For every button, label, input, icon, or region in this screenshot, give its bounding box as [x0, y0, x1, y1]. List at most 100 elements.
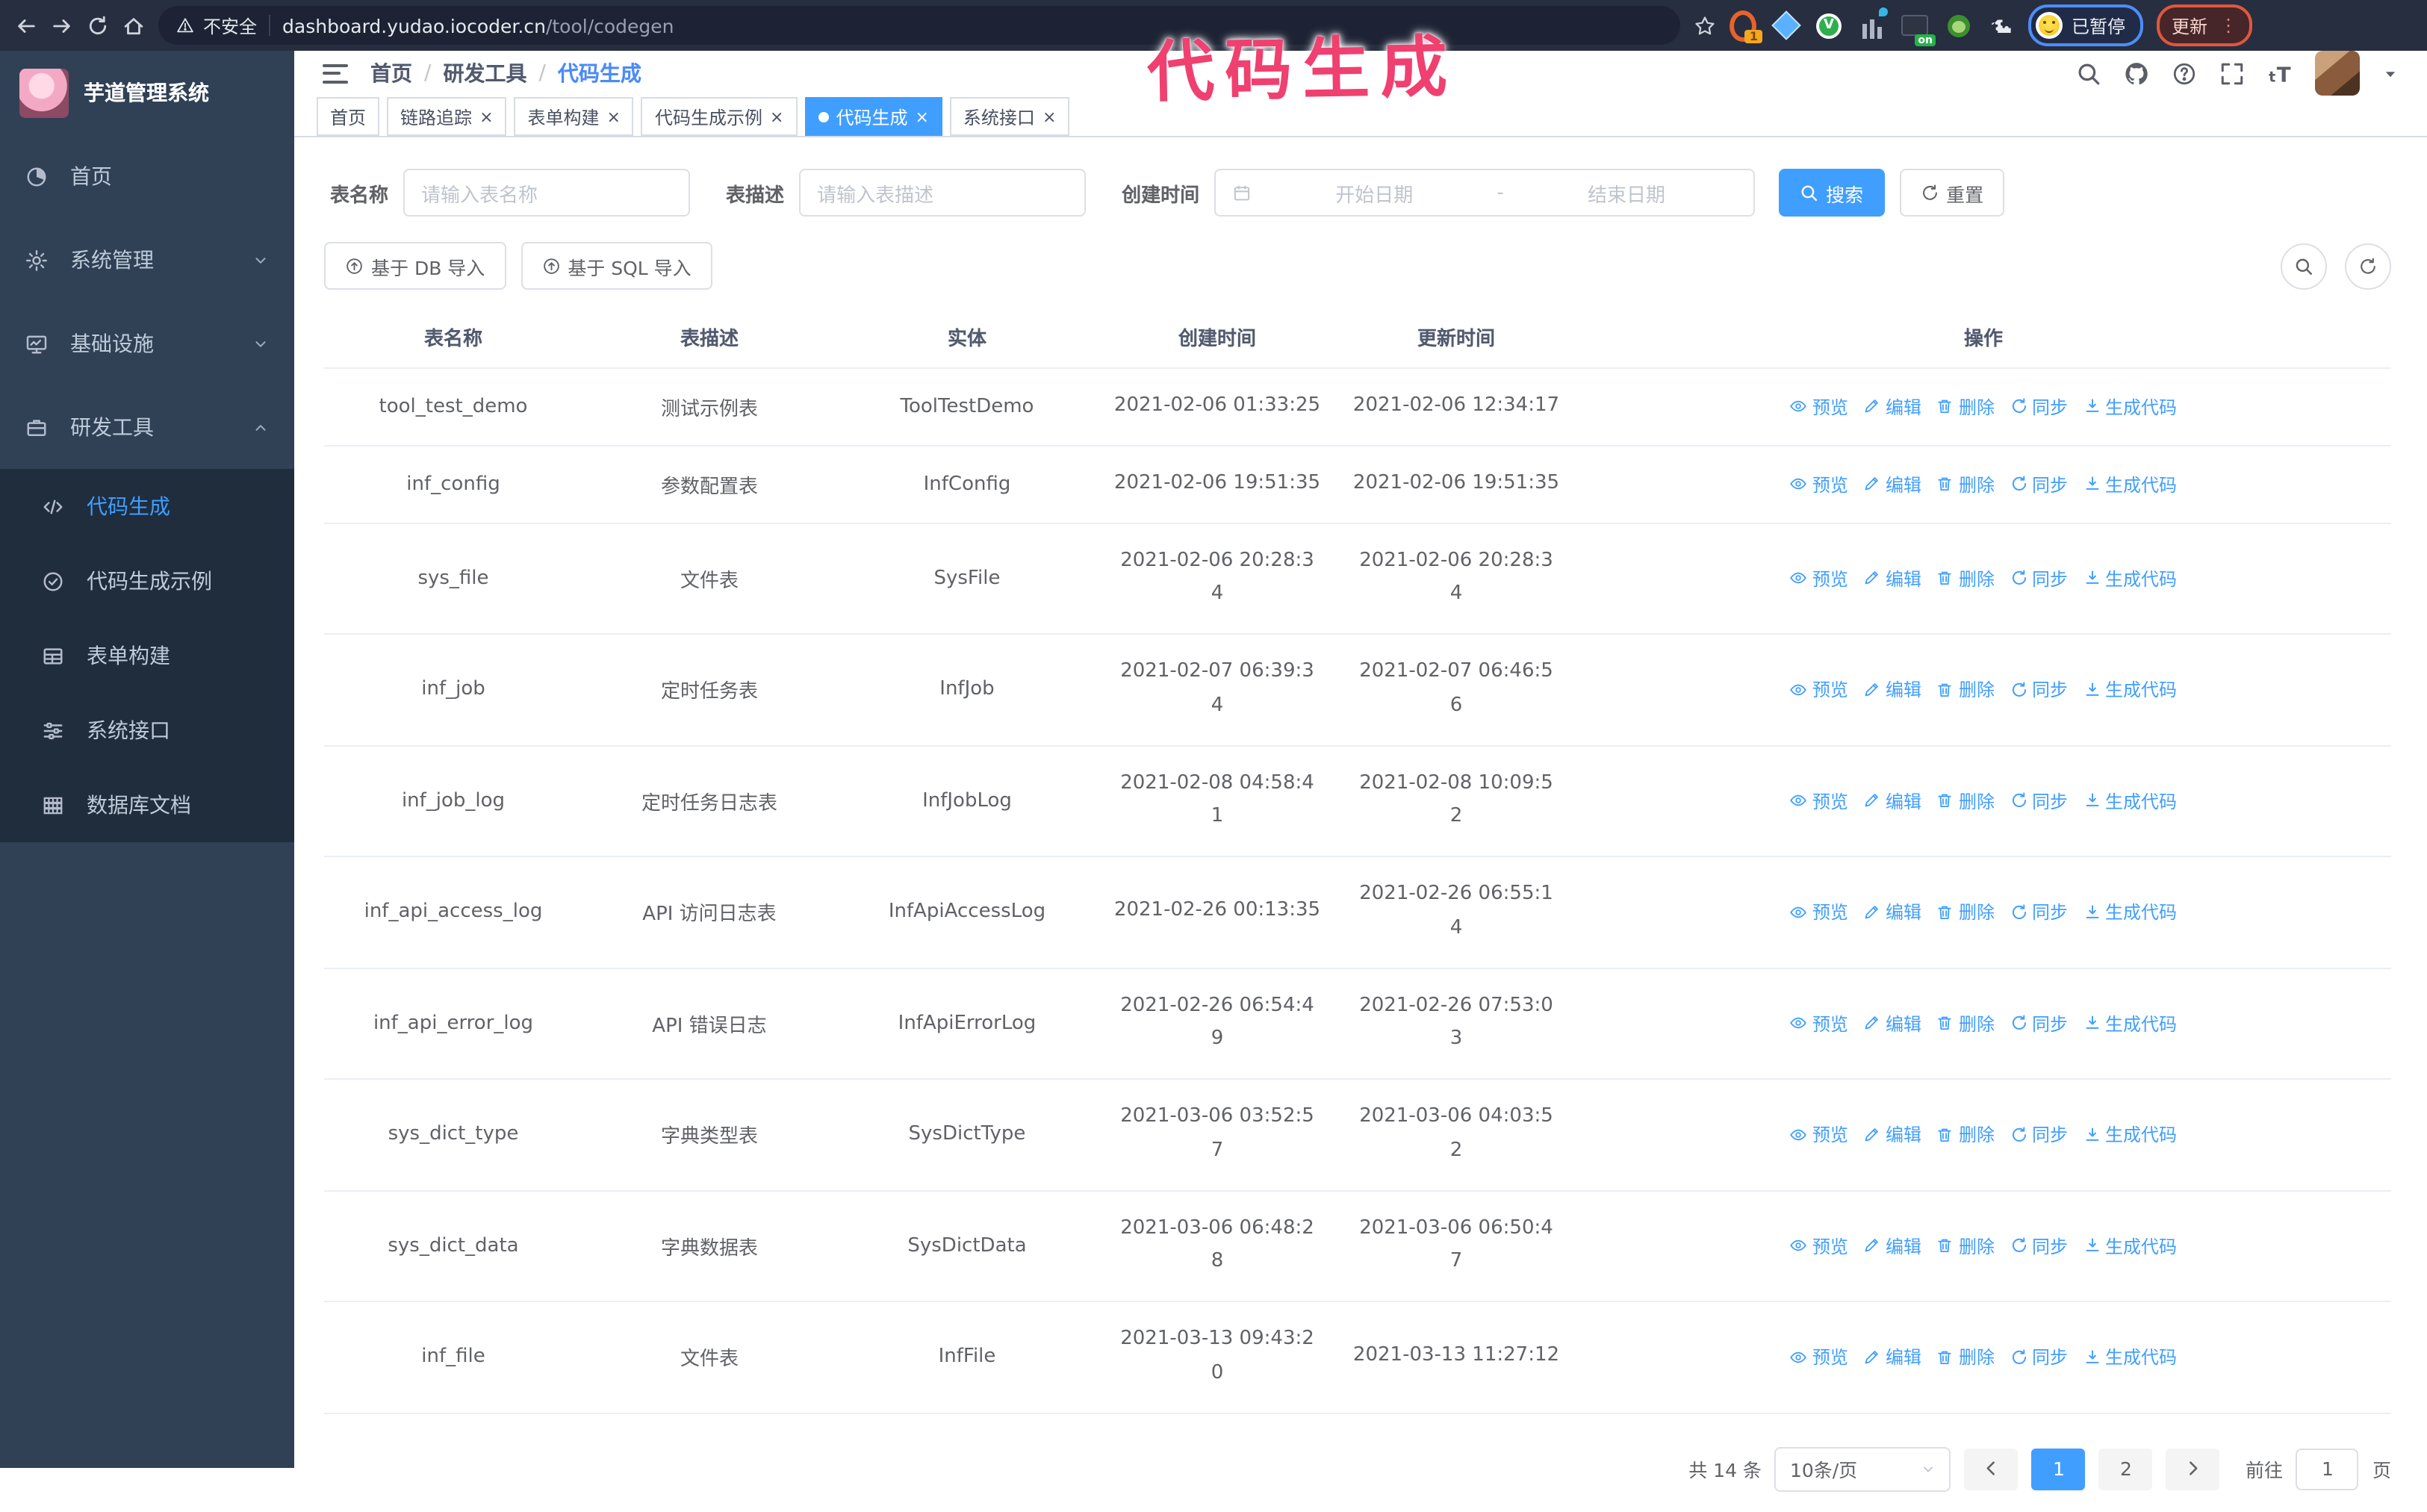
font-size-icon[interactable]: tT [2267, 60, 2293, 86]
tab-close-icon[interactable]: × [607, 108, 621, 125]
action-delete[interactable]: 删除 [1936, 1011, 1995, 1036]
action-generate-code[interactable]: 生成代码 [2083, 1233, 2177, 1259]
action-edit[interactable]: 编辑 [1863, 677, 1921, 703]
action-generate-code[interactable]: 生成代码 [2083, 677, 2177, 703]
action-preview[interactable]: 预览 [1790, 1122, 1848, 1148]
goto-page-input[interactable]: 1 [2296, 1448, 2359, 1490]
action-delete[interactable]: 删除 [1936, 1233, 1995, 1259]
action-delete[interactable]: 删除 [1936, 1345, 1995, 1370]
address-bar[interactable]: 不安全 dashboard.yudao.iocoder.cn/tool/code… [158, 6, 1680, 45]
hamburger-icon[interactable] [323, 63, 348, 83]
action-delete[interactable]: 删除 [1936, 677, 1995, 703]
app-logo-row[interactable]: 芋道管理系统 [0, 51, 294, 134]
help-icon[interactable] [2172, 60, 2197, 86]
action-generate-code[interactable]: 生成代码 [2083, 900, 2177, 925]
action-edit[interactable]: 编辑 [1863, 566, 1921, 591]
start-date-input[interactable]: 开始日期 [1264, 178, 1485, 207]
breadcrumb-item[interactable]: 研发工具 [443, 58, 526, 88]
page-size-select[interactable]: 10条/页 [1774, 1446, 1951, 1491]
next-page-button[interactable] [2166, 1448, 2220, 1490]
table-desc-input[interactable]: 请输入表描述 [799, 169, 1087, 217]
import-db-button[interactable]: 基于 DB 导入 [324, 242, 506, 290]
action-preview[interactable]: 预览 [1790, 566, 1848, 591]
action-sync[interactable]: 同步 [2010, 1345, 2068, 1370]
action-sync[interactable]: 同步 [2010, 900, 2068, 925]
browser-menu-icon[interactable]: ⋮ [2219, 15, 2237, 36]
prev-page-button[interactable] [1964, 1448, 2019, 1490]
sidebar-item[interactable]: 基础设施 [0, 302, 294, 385]
action-delete[interactable]: 删除 [1936, 566, 1995, 591]
action-sync[interactable]: 同步 [2010, 1122, 2068, 1148]
extension-gem-icon[interactable] [1771, 10, 1801, 40]
page-button-2[interactable]: 2 [2098, 1448, 2153, 1490]
search-icon[interactable] [2076, 60, 2101, 86]
action-sync[interactable]: 同步 [2010, 1011, 2068, 1036]
action-generate-code[interactable]: 生成代码 [2083, 394, 2177, 420]
reset-button[interactable]: 重置 [1899, 169, 2005, 217]
extension-orange-icon[interactable]: 1 [1730, 10, 1762, 43]
action-edit[interactable]: 编辑 [1863, 1345, 1921, 1370]
update-browser-pill[interactable]: 更新 ⋮ [2157, 4, 2253, 46]
action-generate-code[interactable]: 生成代码 [2083, 1011, 2177, 1036]
action-generate-code[interactable]: 生成代码 [2083, 1122, 2177, 1148]
browser-home-icon[interactable] [122, 14, 145, 37]
action-delete[interactable]: 删除 [1936, 788, 1995, 814]
action-preview[interactable]: 预览 [1790, 1233, 1848, 1259]
browser-forward-icon[interactable] [51, 14, 73, 37]
paused-extension-pill[interactable]: 已暂停 [2028, 4, 2144, 46]
breadcrumb-item[interactable]: 代码生成 [558, 58, 641, 88]
extension-columns-icon[interactable] [1858, 7, 1888, 39]
action-delete[interactable]: 删除 [1936, 900, 1995, 925]
tab-close-icon[interactable]: × [770, 108, 783, 125]
tab[interactable]: 系统接口 × [949, 97, 1070, 136]
sidebar-item[interactable]: 表单构建 [0, 618, 294, 693]
fullscreen-icon[interactable] [2219, 60, 2245, 86]
sidebar-item[interactable]: 系统管理 [0, 218, 294, 302]
action-generate-code[interactable]: 生成代码 [2083, 1345, 2177, 1370]
action-preview[interactable]: 预览 [1790, 471, 1848, 497]
extensions-puzzle-icon[interactable] [1988, 12, 2015, 39]
action-edit[interactable]: 编辑 [1863, 1122, 1921, 1148]
action-delete[interactable]: 删除 [1936, 1122, 1995, 1148]
action-edit[interactable]: 编辑 [1863, 471, 1921, 497]
action-edit[interactable]: 编辑 [1863, 788, 1921, 814]
search-button[interactable]: 搜索 [1779, 169, 1885, 217]
action-edit[interactable]: 编辑 [1863, 394, 1921, 420]
page-button-1[interactable]: 1 [2031, 1448, 2086, 1490]
security-indicator[interactable]: 不安全 [176, 13, 257, 38]
action-edit[interactable]: 编辑 [1863, 1233, 1921, 1259]
tab[interactable]: 代码生成示例 × [641, 97, 798, 136]
extension-monkey-icon[interactable] [1945, 12, 1971, 39]
tab[interactable]: 表单构建 × [514, 97, 634, 136]
sidebar-item[interactable]: 首页 [0, 134, 294, 218]
action-preview[interactable]: 预览 [1790, 1345, 1848, 1370]
browser-back-icon[interactable] [15, 14, 37, 37]
tab[interactable]: 代码生成 × [804, 97, 942, 136]
user-caret-icon[interactable] [2382, 65, 2399, 81]
extension-v-icon[interactable]: V [1816, 13, 1842, 38]
action-sync[interactable]: 同步 [2010, 788, 2068, 814]
action-preview[interactable]: 预览 [1790, 788, 1848, 814]
action-generate-code[interactable]: 生成代码 [2083, 788, 2177, 814]
action-generate-code[interactable]: 生成代码 [2083, 566, 2177, 591]
import-sql-button[interactable]: 基于 SQL 导入 [520, 242, 712, 290]
bookmark-star-icon[interactable] [1694, 14, 1716, 37]
tab[interactable]: 首页 [317, 97, 380, 136]
sidebar-item[interactable]: 系统接口 [0, 693, 294, 768]
sidebar-item[interactable]: 研发工具 [0, 385, 294, 469]
action-edit[interactable]: 编辑 [1863, 900, 1921, 925]
github-icon[interactable] [2124, 60, 2149, 86]
action-preview[interactable]: 预览 [1790, 677, 1848, 703]
end-date-input[interactable]: 结束日期 [1516, 178, 1737, 207]
breadcrumb-item[interactable]: 首页 [370, 58, 412, 88]
action-preview[interactable]: 预览 [1790, 900, 1848, 925]
browser-reload-icon[interactable] [87, 14, 109, 37]
tab-close-icon[interactable]: × [915, 108, 928, 125]
action-sync[interactable]: 同步 [2010, 677, 2068, 703]
action-delete[interactable]: 删除 [1936, 394, 1995, 420]
action-preview[interactable]: 预览 [1790, 394, 1848, 420]
sidebar-item[interactable]: 代码生成 [0, 469, 294, 544]
refresh-table-button[interactable] [2345, 243, 2391, 289]
tab-close-icon[interactable]: × [1042, 108, 1056, 125]
tab[interactable]: 链路追踪 × [387, 97, 507, 136]
